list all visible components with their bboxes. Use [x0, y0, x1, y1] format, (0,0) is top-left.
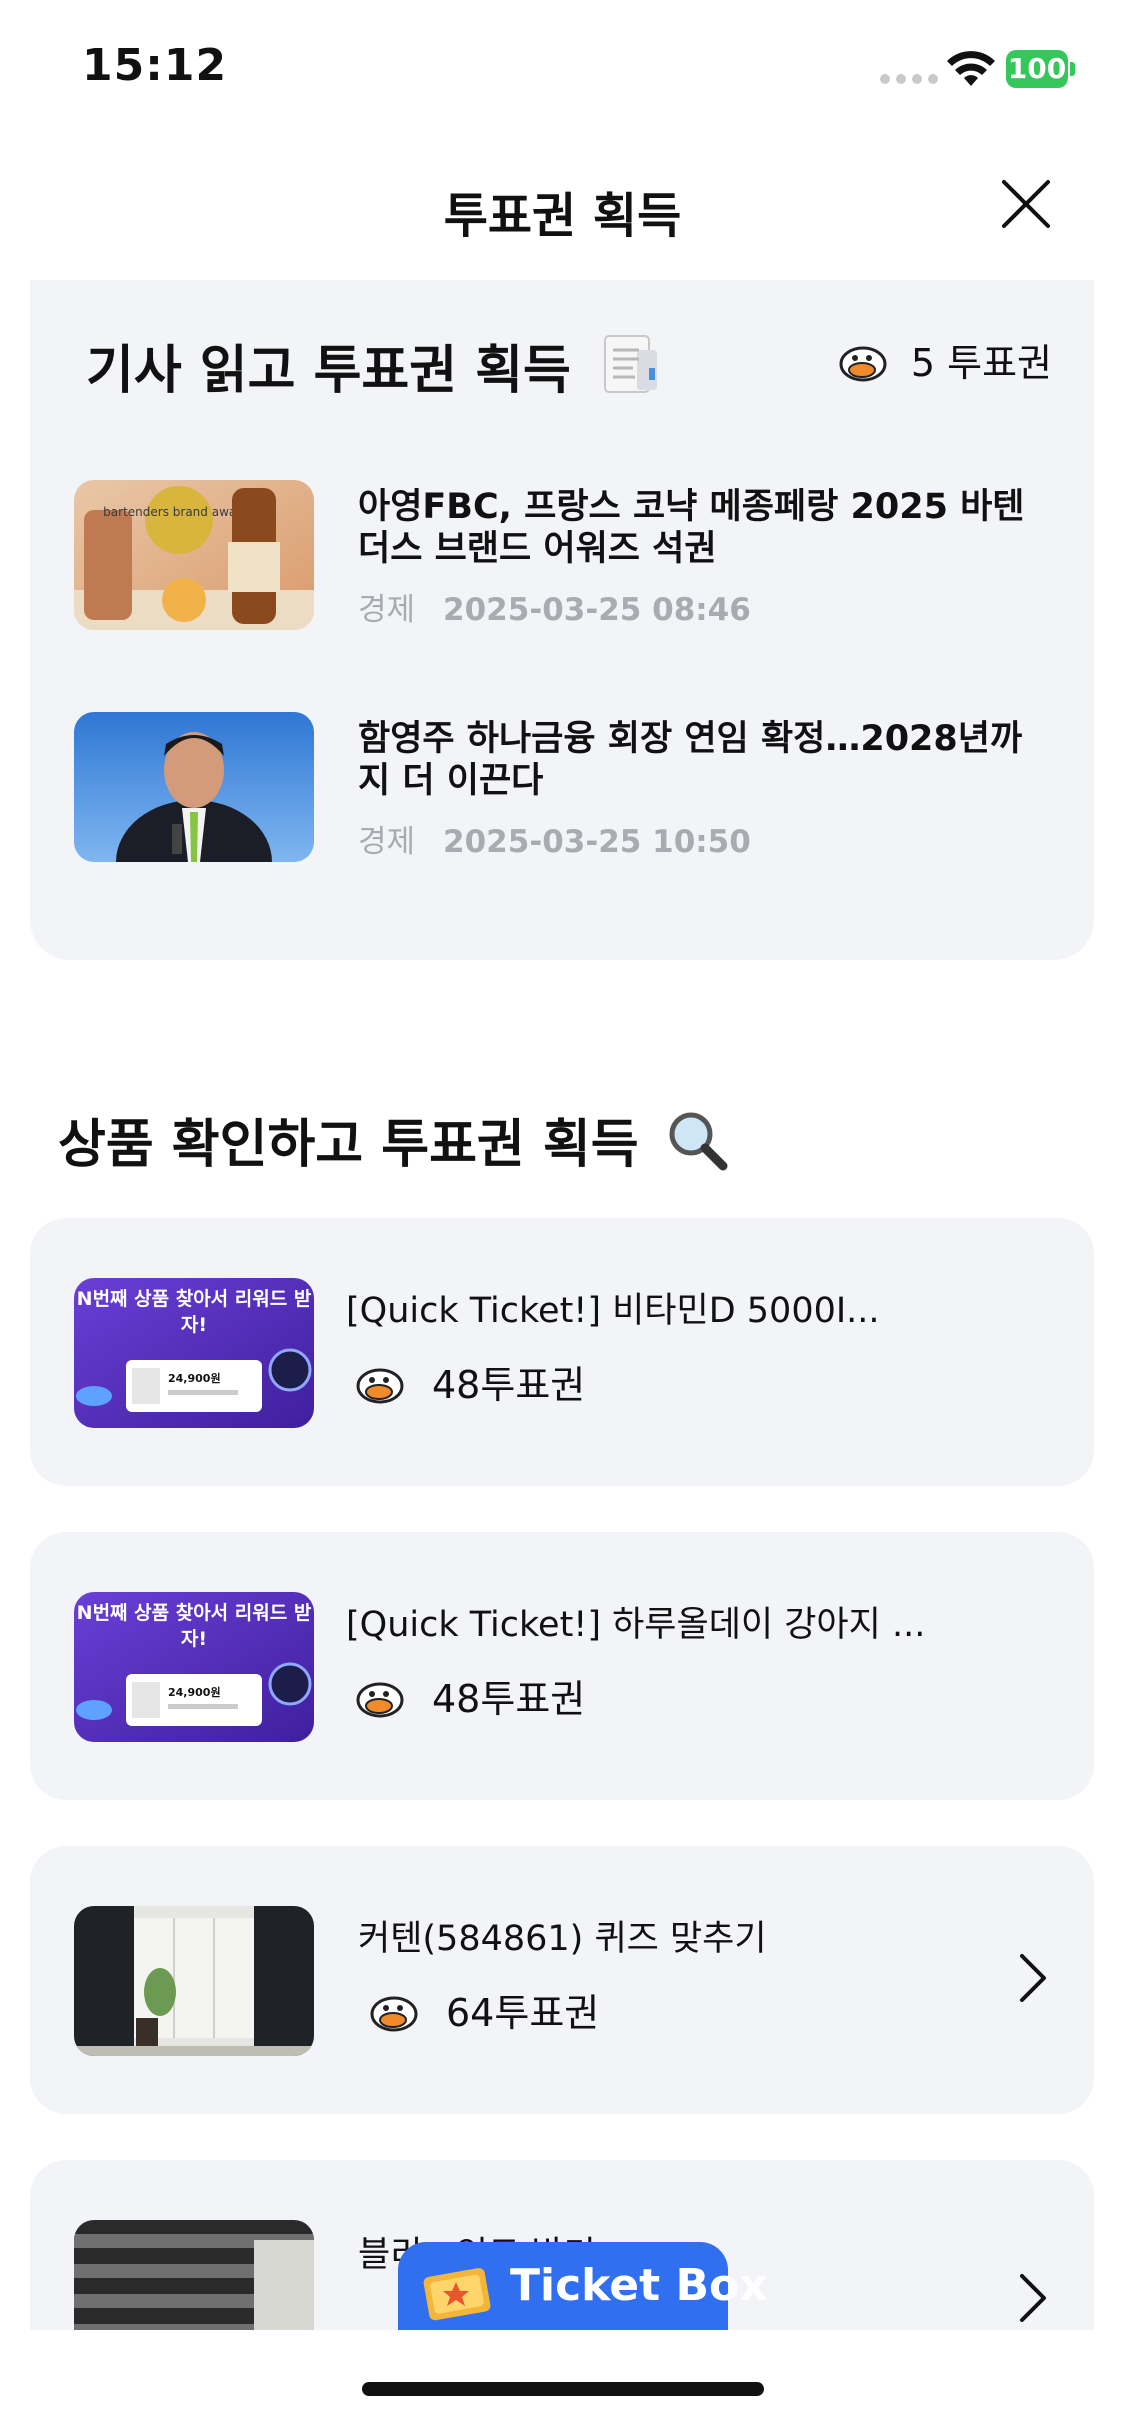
document-icon	[603, 335, 657, 393]
close-icon[interactable]	[996, 174, 1056, 234]
product-thumbnail: N번째 상품 찾아서 리워드 받자! 24,900원	[74, 1592, 314, 1742]
article-item[interactable]: bartenders brand awards 아영FBC, 프랑스 코냑 메종…	[74, 480, 1054, 630]
article-datetime: 2025-03-25 08:46	[443, 592, 751, 628]
product-reward: 48투표권	[354, 1354, 585, 1409]
thumb-price: 24,900원	[168, 1371, 221, 1385]
product-title: [Quick Ticket!] 비타민D 5000I...	[346, 1291, 880, 1331]
product-reward-label: 48투표권	[432, 1363, 586, 1407]
chevron-right-icon[interactable]	[1018, 1952, 1048, 2004]
article-category: 경제	[358, 824, 416, 860]
ticket-icon	[423, 2268, 491, 2321]
nav-header: 투표권 획득	[0, 150, 1125, 260]
ticket-box-button[interactable]: Ticket Box	[398, 2242, 768, 2340]
article-section-title: 기사 읽고 투표권 획득	[86, 341, 571, 401]
thumb-price: 24,900원	[168, 1685, 221, 1699]
bottom-bar	[0, 2330, 1125, 2436]
page-title: 투표권 획득	[443, 188, 682, 244]
article-title: 아영FBC, 프랑스 코냑 메종페랑 2025 바텐더스 브랜드 어워즈 석권	[358, 487, 1025, 569]
product-card[interactable]: N번째 상품 찾아서 리워드 받자! 24,900원 [Quick Ticket…	[30, 1218, 1094, 1486]
article-reward-label: 5 투표권	[910, 341, 1052, 385]
ticket-box-label: Ticket Box	[510, 2260, 768, 2311]
status-time: 15:12	[82, 40, 228, 91]
battery-icon: 100	[1006, 50, 1076, 88]
duck-icon	[356, 1682, 404, 1717]
article-reward-tag: 5 투표권	[837, 332, 1052, 387]
article-section-header: 기사 읽고 투표권 획득	[86, 328, 663, 403]
product-thumbnail: N번째 상품 찾아서 리워드 받자! 24,900원	[74, 1278, 314, 1428]
signal-icon	[880, 74, 938, 84]
article-thumbnail: bartenders brand awards	[74, 480, 314, 630]
article-meta: 경제 2025-03-25 08:46	[358, 584, 751, 629]
product-thumbnail	[74, 1906, 314, 2056]
product-title: [Quick Ticket!] 하루올데이 강아지 ...	[346, 1605, 926, 1645]
duck-icon	[356, 1368, 404, 1403]
article-title: 함영주 하나금융 회장 연임 확정…2028년까지 더 이끈다	[358, 719, 1023, 801]
article-section-card: 기사 읽고 투표권 획득 5 투표권 bartenders brand awar…	[30, 280, 1094, 960]
product-section-header: 상품 확인하고 투표권 획득	[58, 1102, 729, 1177]
product-card[interactable]: 커텐(584861) 퀴즈 맞추기 64투표권	[30, 1846, 1094, 2114]
battery-level: 100	[1006, 50, 1068, 88]
product-reward: 64투표권	[368, 1982, 599, 2037]
product-reward-label: 48투표권	[432, 1677, 586, 1721]
article-category: 경제	[358, 592, 416, 628]
article-datetime: 2025-03-25 10:50	[443, 824, 751, 860]
thumb-promo-text: N번째 상품 찾아서 리워드 받자!	[76, 1288, 312, 1336]
duck-icon	[370, 1996, 418, 2031]
thumb-promo-text: N번째 상품 찾아서 리워드 받자!	[76, 1602, 312, 1650]
magnifier-icon	[669, 1112, 728, 1171]
article-meta: 경제 2025-03-25 10:50	[358, 816, 751, 861]
product-card[interactable]: N번째 상품 찾아서 리워드 받자! 24,900원 [Quick Ticket…	[30, 1532, 1094, 1800]
wifi-icon	[947, 51, 995, 86]
article-thumbnail	[74, 712, 314, 862]
product-section-title: 상품 확인하고 투표권 획득	[58, 1115, 639, 1175]
product-reward: 48투표권	[354, 1668, 585, 1723]
product-reward-label: 64투표권	[446, 1991, 600, 2035]
chevron-right-icon[interactable]	[1018, 2272, 1048, 2324]
status-bar: 15:12 100	[0, 0, 1125, 140]
product-title: 커텐(584861) 퀴즈 맞추기	[358, 1919, 767, 1959]
duck-icon	[839, 346, 887, 381]
home-indicator[interactable]	[362, 2382, 764, 2396]
article-item[interactable]: 함영주 하나금융 회장 연임 확정…2028년까지 더 이끈다 경제 2025-0…	[74, 712, 1054, 862]
